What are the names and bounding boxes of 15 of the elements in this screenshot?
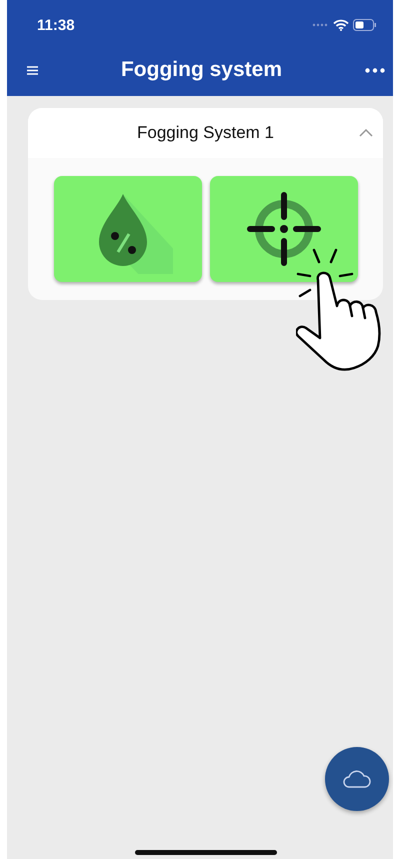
cloud-button[interactable]	[325, 747, 389, 811]
menu-icon[interactable]	[27, 66, 38, 74]
crosshair-icon	[244, 189, 324, 269]
humidity-tile[interactable]	[54, 176, 202, 282]
signal-icon	[311, 23, 329, 27]
battery-icon	[353, 19, 377, 31]
chevron-up-icon[interactable]	[359, 129, 373, 137]
app-title: Fogging system	[120, 58, 282, 82]
status-time: 11:38	[37, 16, 75, 34]
cloud-icon	[342, 769, 372, 789]
panel-header[interactable]: Fogging System 1	[28, 108, 383, 158]
wifi-icon	[333, 19, 349, 31]
target-tile[interactable]	[210, 176, 358, 282]
panel-title: Fogging System 1	[136, 123, 274, 143]
more-icon[interactable]	[365, 68, 385, 72]
